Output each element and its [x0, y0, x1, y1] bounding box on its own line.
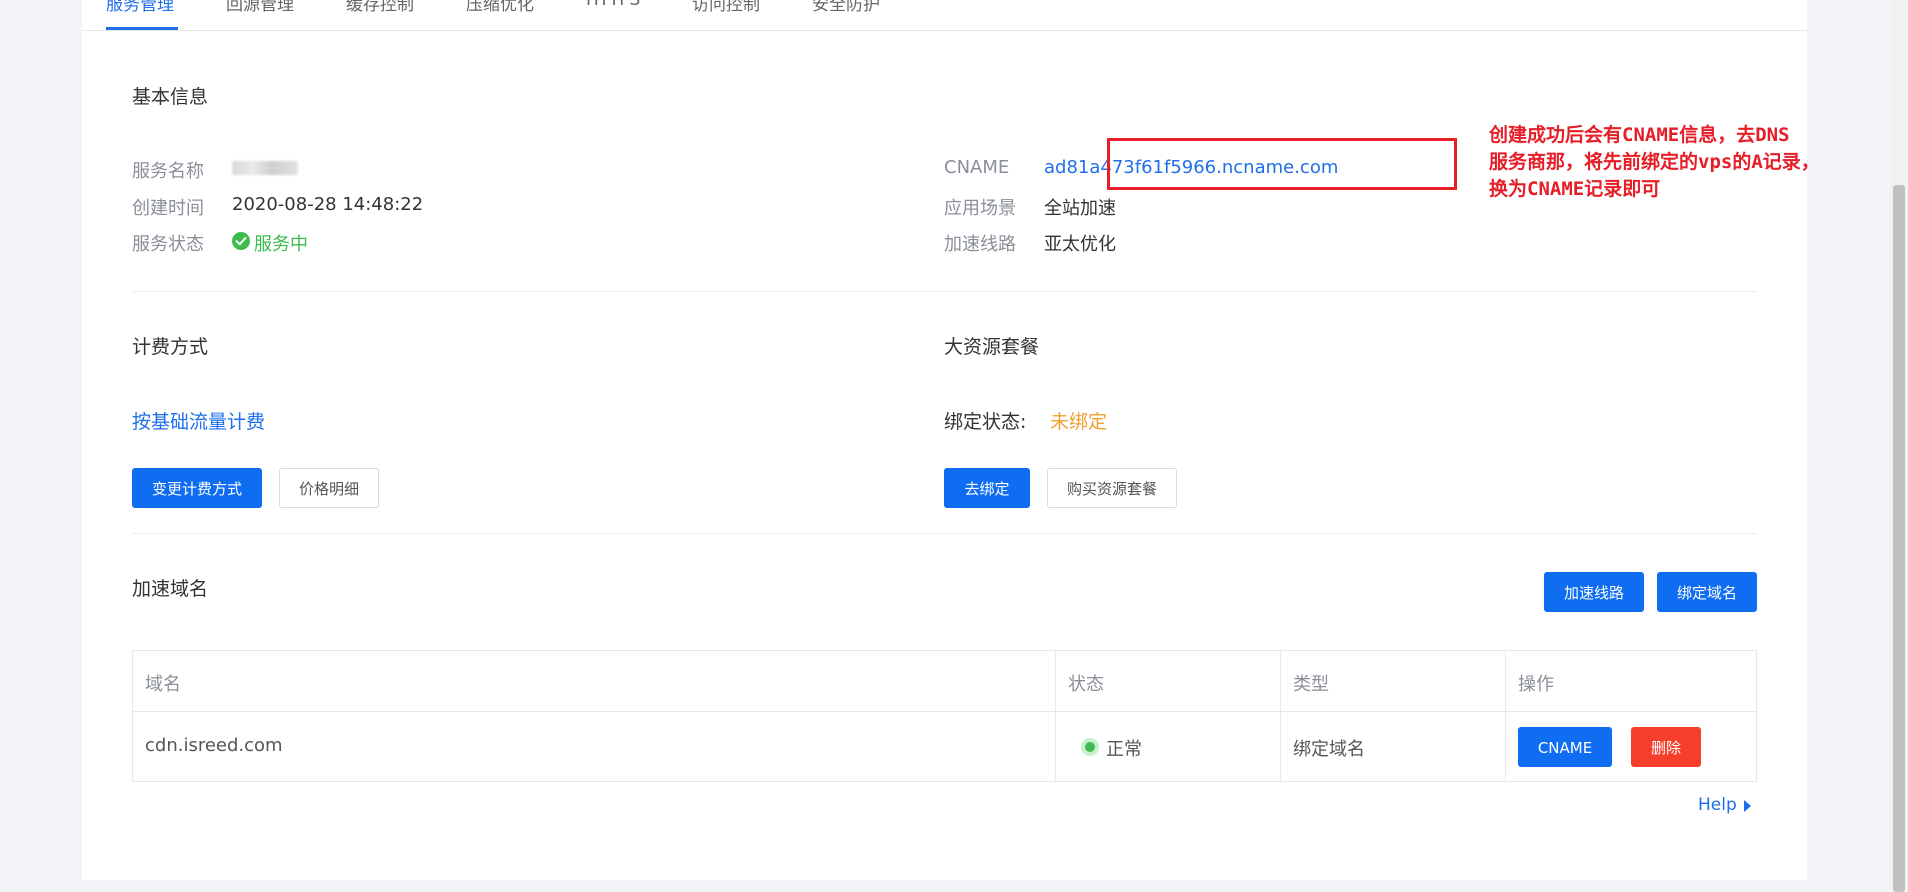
- bind-domain-button[interactable]: 绑定域名: [1657, 572, 1757, 612]
- caret-right-icon: [1744, 800, 1751, 812]
- column-header-status: 状态: [1068, 674, 1104, 695]
- tab-bar: 服务管理 回源管理 缓存控制 压缩优化 HTTPS 访问控制 安全防护: [82, 0, 1807, 31]
- tab-access-control[interactable]: 访问控制: [692, 0, 760, 15]
- created-time-value: 2020-08-28 14:48:22: [232, 194, 424, 215]
- column-header-actions: 操作: [1518, 674, 1554, 695]
- service-status-value: 服务中: [254, 234, 308, 255]
- go-bind-button[interactable]: 去绑定: [944, 468, 1030, 508]
- resource-package-title: 大资源套餐: [944, 336, 1040, 358]
- tab-cache-control[interactable]: 缓存控制: [346, 0, 414, 15]
- annotation-line: 创建成功后会有CNAME信息，去DNS: [1489, 124, 1790, 146]
- cname-label: CNAME: [944, 157, 1010, 178]
- domain-cell: cdn.isreed.com: [145, 735, 283, 756]
- annotation-line: 换为CNAME记录即可: [1489, 178, 1661, 200]
- check-circle-icon: [232, 232, 250, 250]
- scenario-value: 全站加速: [1044, 198, 1116, 219]
- change-billing-button[interactable]: 变更计费方式: [132, 468, 262, 508]
- tab-service-management[interactable]: 服务管理: [106, 0, 174, 15]
- table-header: [133, 651, 1756, 712]
- scenario-label: 应用场景: [944, 198, 1016, 219]
- annotation-highlight-box: [1107, 138, 1457, 190]
- content-panel: 服务管理 回源管理 缓存控制 压缩优化 HTTPS 访问控制 安全防护 基本信息…: [82, 0, 1820, 880]
- route-value: 亚太优化: [1044, 234, 1116, 255]
- route-label: 加速线路: [944, 234, 1016, 255]
- accel-route-button[interactable]: 加速线路: [1544, 572, 1644, 612]
- tab-origin-management[interactable]: 回源管理: [226, 0, 294, 15]
- domains-title: 加速域名: [132, 578, 209, 600]
- service-status-label: 服务状态: [132, 234, 204, 255]
- help-link[interactable]: Help: [1698, 795, 1737, 815]
- column-separator: [1055, 651, 1056, 781]
- status-dot-icon: [1081, 738, 1099, 756]
- column-separator: [1505, 651, 1506, 781]
- status-cell: 正常: [1106, 739, 1142, 760]
- price-details-button[interactable]: 价格明细: [279, 468, 379, 508]
- domains-table: 域名 状态 类型 操作 cdn.isreed.com 正常 绑定域名 CNAME…: [132, 650, 1757, 782]
- billing-title: 计费方式: [132, 336, 209, 358]
- bind-status-label: 绑定状态:: [944, 411, 1027, 433]
- service-name-label: 服务名称: [132, 161, 204, 182]
- column-header-domain: 域名: [145, 674, 181, 695]
- buy-resource-package-button[interactable]: 购买资源套餐: [1047, 468, 1177, 508]
- service-name-redacted: [232, 161, 298, 175]
- delete-button[interactable]: 删除: [1631, 727, 1701, 767]
- divider: [132, 291, 1757, 292]
- created-time-label: 创建时间: [132, 198, 204, 219]
- type-cell: 绑定域名: [1293, 739, 1365, 760]
- annotation-note: 创建成功后会有CNAME信息，去DNS 服务商那，将先前绑定的vps的A记录， …: [1489, 122, 1908, 203]
- tab-compression[interactable]: 压缩优化: [466, 0, 534, 15]
- tab-security[interactable]: 安全防护: [812, 0, 880, 15]
- column-header-type: 类型: [1293, 674, 1329, 695]
- scrollbar-thumb[interactable]: [1893, 185, 1905, 892]
- basic-info-title: 基本信息: [132, 86, 209, 108]
- billing-method-link[interactable]: 按基础流量计费: [132, 407, 265, 434]
- divider: [132, 533, 1757, 534]
- annotation-line: 服务商那，将先前绑定的vps的A记录，: [1489, 151, 1820, 173]
- active-tab-indicator: [106, 27, 178, 30]
- page: 服务管理 回源管理 缓存控制 压缩优化 HTTPS 访问控制 安全防护 基本信息…: [0, 0, 1908, 892]
- bind-status-value: 未绑定: [1050, 411, 1108, 433]
- column-separator: [1280, 651, 1281, 781]
- tab-https[interactable]: HTTPS: [586, 0, 640, 10]
- cname-button[interactable]: CNAME: [1518, 727, 1612, 767]
